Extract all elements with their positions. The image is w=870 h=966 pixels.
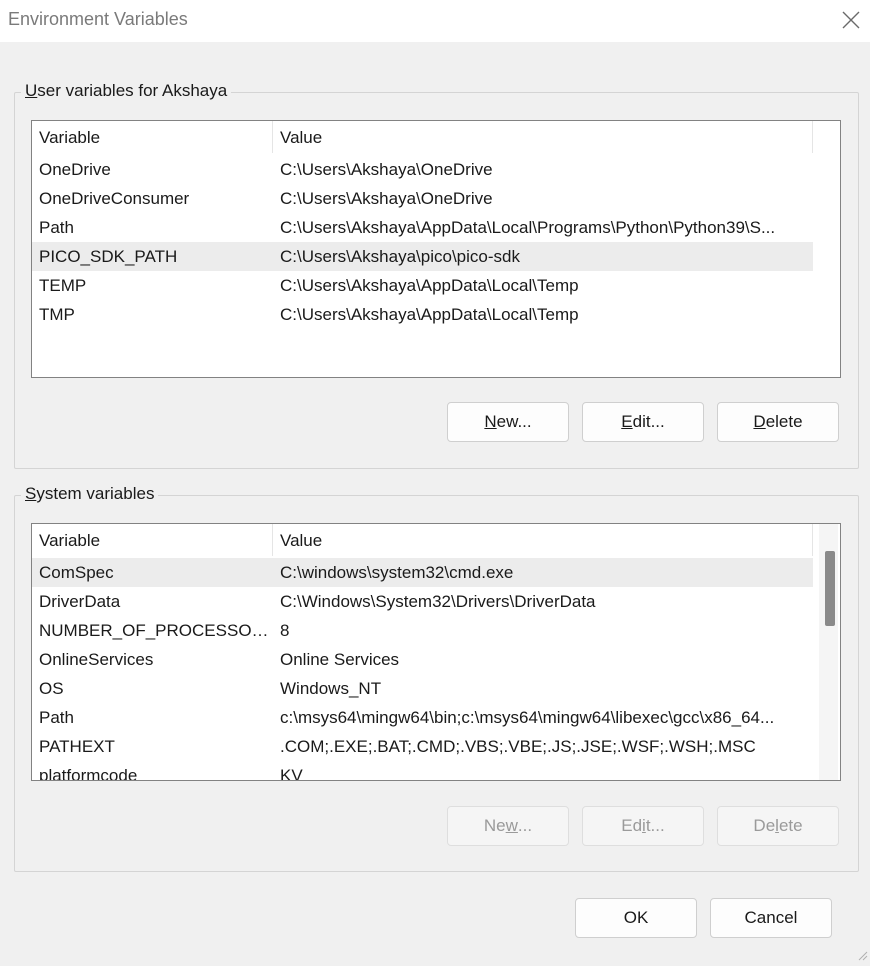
close-button[interactable] — [832, 2, 870, 38]
variable-value-cell: C:\Users\Akshaya\AppData\Local\Temp — [280, 276, 579, 295]
variable-name-cell: platformcode — [39, 766, 138, 781]
user-table-row[interactable]: OneDriveConsumer C:\Users\Akshaya\OneDriv… — [32, 184, 813, 213]
title-bar: Environment Variables — [0, 0, 870, 42]
user-edit-button[interactable]: Edit... — [582, 402, 704, 442]
system-list-header: Variable Value — [32, 524, 840, 556]
system-table-row[interactable]: Path c:\msys64\mingw64\bin;c:\msys64\ming… — [32, 703, 813, 732]
system-table-row[interactable]: ComSpec C:\windows\system32\cmd.exe — [32, 558, 813, 587]
variable-name-cell: OnlineServices — [39, 650, 154, 669]
system-variables-group: System variables Variable Value ComSpec C… — [14, 484, 859, 872]
system-edit-button[interactable]: Ed i t... — [582, 806, 704, 846]
variable-value-cell: Windows_NT — [280, 679, 382, 698]
user-table-row[interactable]: Path C:\Users\Akshaya\AppData\Local\Progr… — [32, 213, 813, 242]
header-value[interactable]: Value — [273, 121, 813, 153]
variable-name-cell: TMP — [39, 305, 75, 324]
user-variables-group: User variables for Akshaya Variable Valu… — [14, 81, 859, 469]
variable-name-cell: PICO_SDK_PATH — [39, 247, 178, 266]
system-table-row[interactable]: PATHEXT .COM;.EXE;.BAT;.CMD;.VBS;.VBE;.JS… — [32, 732, 813, 761]
variable-name-cell: DriverData — [39, 592, 121, 611]
cancel-button[interactable]: Cancel — [710, 898, 832, 938]
user-table-row[interactable]: PICO_SDK_PATH C:\Users\Akshaya\pico\pico-… — [32, 242, 813, 271]
system-new-button[interactable]: Ne w... — [447, 806, 569, 846]
variable-value-cell: C:\Users\Akshaya\AppData\Local\Temp — [280, 305, 579, 324]
system-table-row[interactable]: NUMBER_OF_PROCESSORS 8 — [32, 616, 813, 645]
user-delete-button[interactable]: Delete — [717, 402, 839, 442]
user-table-row[interactable]: OneDrive C:\Users\Akshaya\OneDrive — [32, 155, 813, 184]
variable-value-cell: 8 — [280, 621, 290, 640]
variable-value-cell: .COM;.EXE;.BAT;.CMD;.VBS;.VBE;.JS;.JSE;.… — [280, 737, 756, 756]
system-variables-list[interactable]: Variable Value ComSpec C:\windows\system3… — [31, 523, 841, 781]
user-table-row[interactable]: TMP C:\Users\Akshaya\AppData\Local\Temp — [32, 300, 813, 329]
variable-name-cell: NUMBER_OF_PROCESSORS — [39, 621, 273, 640]
variable-value-cell: C:\Users\Akshaya\OneDrive — [280, 160, 493, 179]
header-variable[interactable]: Variable — [32, 524, 273, 556]
system-variables-legend: System variables — [21, 484, 159, 504]
variable-value-cell: C:\Users\Akshaya\pico\pico-sdk — [280, 247, 520, 266]
variable-name-cell: OneDriveConsumer — [39, 189, 190, 208]
system-table-row[interactable]: DriverData C:\Windows\System32\Drivers\Dr… — [32, 587, 813, 616]
variable-name-cell: Path — [39, 218, 74, 237]
system-table-row[interactable]: OnlineServices Online Services — [32, 645, 813, 674]
variable-name-cell: OneDrive — [39, 160, 111, 179]
variable-value-cell: Online Services — [280, 650, 400, 669]
window-title: Environment Variables — [8, 9, 188, 29]
user-new-button[interactable]: New... — [447, 402, 569, 442]
variable-name-cell: Path — [39, 708, 74, 727]
system-list-scrollbar[interactable] — [819, 524, 838, 780]
variable-value-cell: C:\Users\Akshaya\OneDrive — [280, 189, 493, 208]
variable-name-cell: OS — [39, 679, 64, 698]
system-table-row[interactable]: platformcode KV — [32, 761, 813, 781]
user-variables-list[interactable]: Variable Value OneDrive C:\Users\Akshaya\… — [31, 120, 841, 378]
user-list-header: Variable Value — [32, 121, 840, 153]
system-table-row[interactable]: OS Windows_NT — [32, 674, 813, 703]
header-value[interactable]: Value — [273, 524, 813, 556]
close-icon — [842, 5, 860, 36]
variable-value-cell: KV — [280, 766, 303, 781]
ok-button[interactable]: OK — [575, 898, 697, 938]
user-table-row[interactable]: TEMP C:\Users\Akshaya\AppData\Local\Temp — [32, 271, 813, 300]
scroll-thumb[interactable] — [825, 551, 835, 626]
variable-value-cell: C:\windows\system32\cmd.exe — [280, 563, 514, 582]
variable-name-cell: ComSpec — [39, 563, 114, 582]
header-variable[interactable]: Variable — [32, 121, 273, 153]
variable-name-cell: PATHEXT — [39, 737, 115, 756]
variable-name-cell: TEMP — [39, 276, 87, 295]
user-variables-legend: User variables for Akshaya — [21, 81, 232, 101]
resize-grip-icon[interactable] — [858, 946, 868, 961]
variable-value-cell: C:\Users\Akshaya\AppData\Local\Programs\… — [280, 218, 776, 237]
variable-value-cell: C:\Windows\System32\Drivers\DriverData — [280, 592, 596, 611]
system-delete-button[interactable]: De l ete — [717, 806, 839, 846]
variable-value-cell: c:\msys64\mingw64\bin;c:\msys64\mingw64\… — [280, 708, 775, 727]
